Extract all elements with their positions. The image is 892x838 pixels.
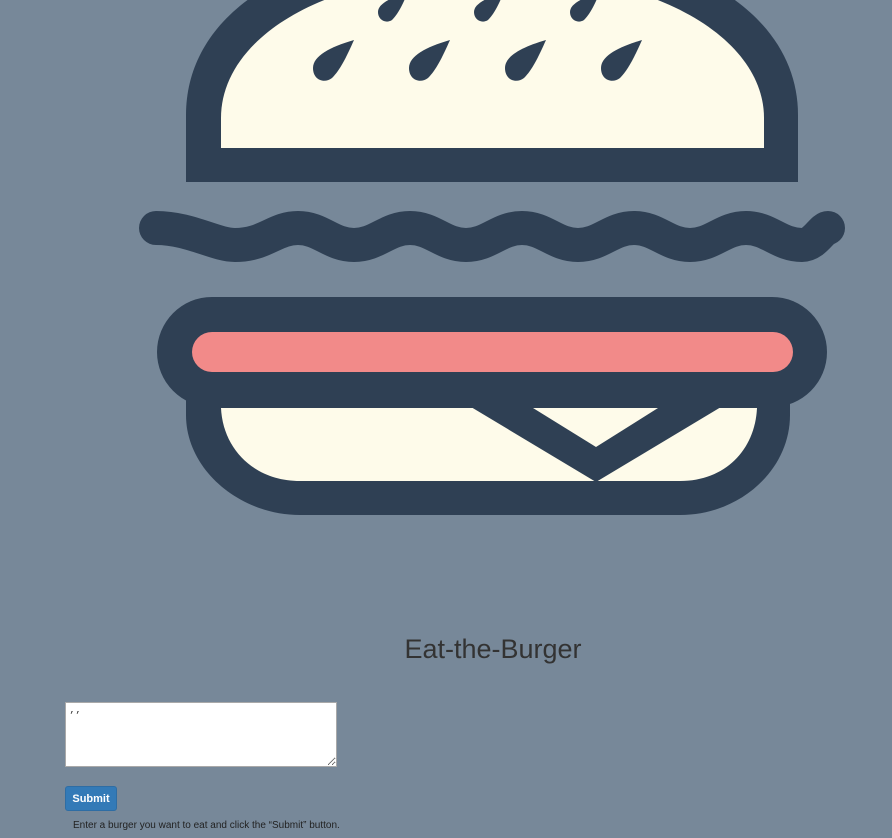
burger-name-input[interactable]: ‚‚: [65, 702, 337, 767]
lettuce: [139, 211, 845, 262]
top-bun: [221, 0, 764, 148]
page-title: Eat-the-Burger: [404, 634, 582, 664]
instruction-text: Enter a burger you want to eat and click…: [73, 820, 340, 831]
patty: [192, 332, 793, 372]
page: Eat-the-Burger ‚‚ Submit Enter a burger …: [0, 0, 892, 838]
submit-button[interactable]: Submit: [65, 786, 117, 811]
burger-icon: [139, 0, 845, 515]
